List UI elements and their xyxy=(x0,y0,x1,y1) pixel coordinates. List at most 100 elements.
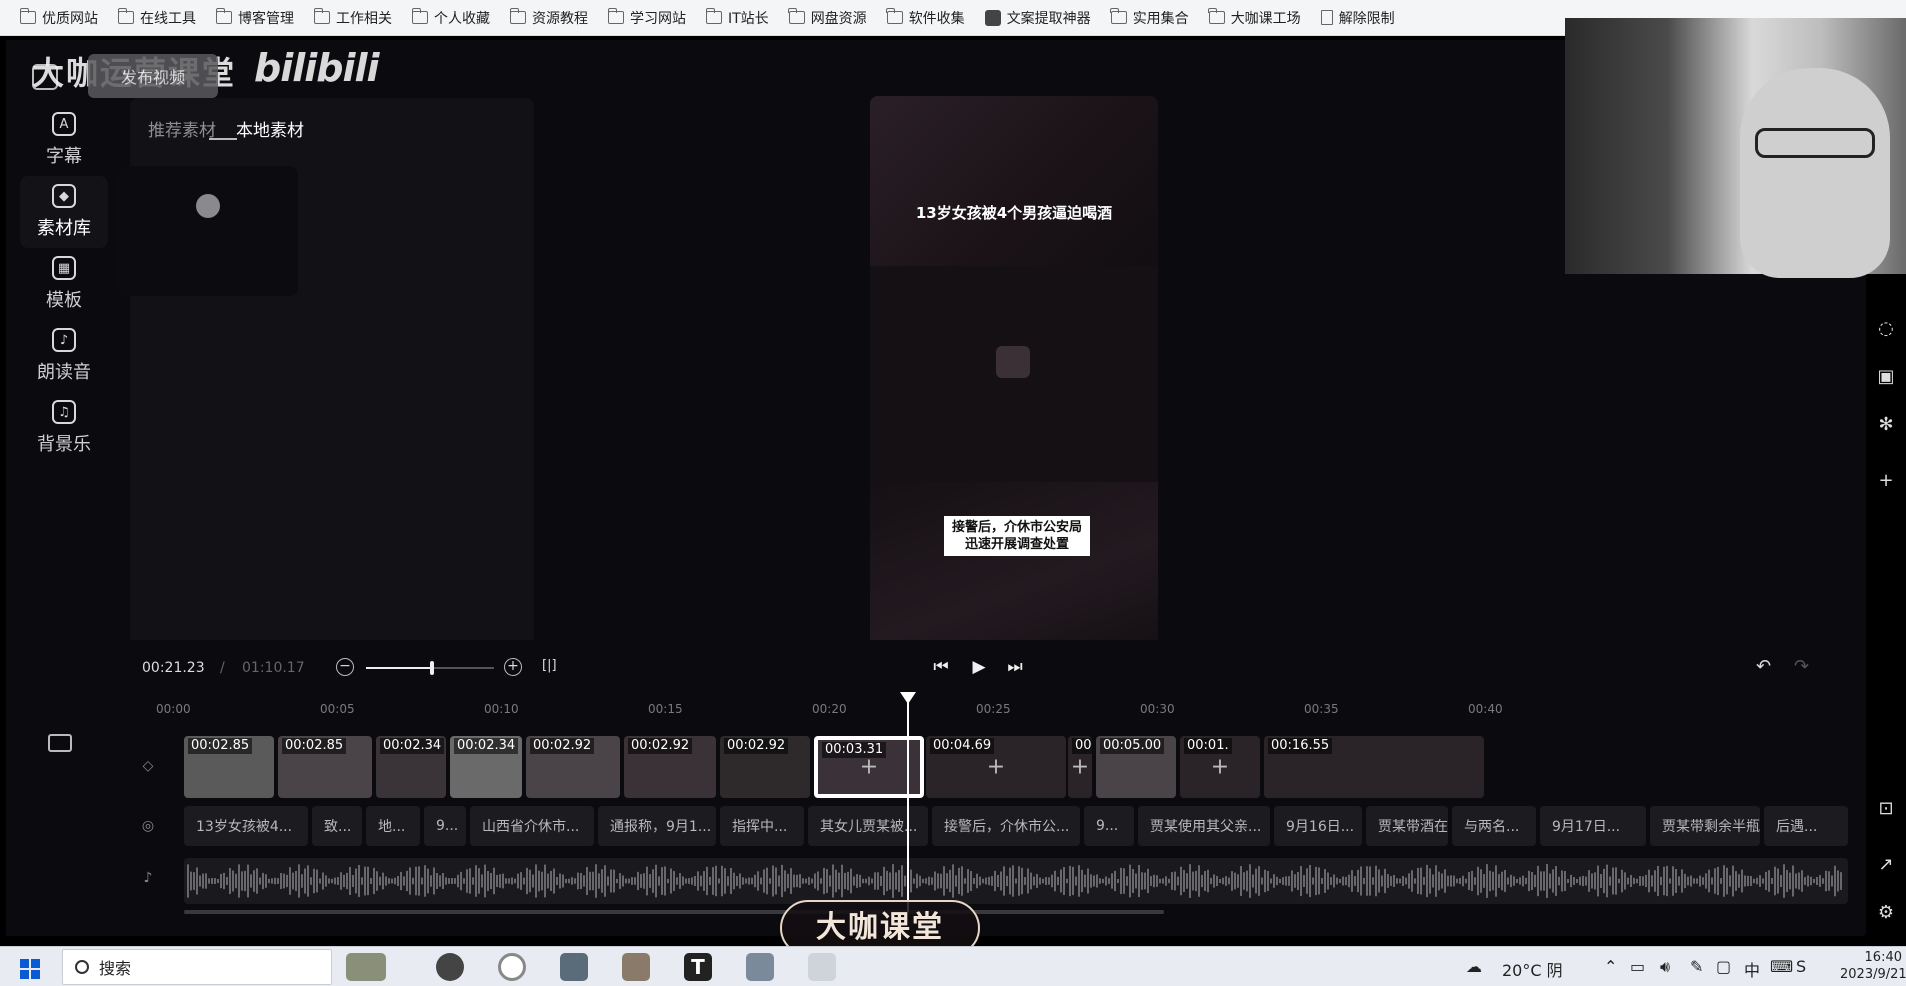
redo-icon[interactable]: ↷ xyxy=(1794,656,1814,678)
video-clip[interactable]: 00:02.92 xyxy=(624,736,716,798)
subtitle-segment[interactable]: 13岁女孩被4... xyxy=(184,806,308,846)
system-clock[interactable]: 16:40 2023/9/21 xyxy=(1840,949,1906,983)
bookmark-item[interactable]: 学习网站 xyxy=(598,4,696,32)
chrome-icon[interactable] xyxy=(498,953,526,981)
add-clip-icon[interactable]: + xyxy=(987,755,1005,780)
bookmark-item[interactable]: 资源教程 xyxy=(500,4,598,32)
add-clip-icon[interactable]: + xyxy=(1211,755,1229,780)
video-clip[interactable]: 00:+ xyxy=(1068,736,1092,798)
weather-text[interactable]: 20°C 阴 xyxy=(1502,957,1563,981)
bookmark-item[interactable]: 大咖课工场 xyxy=(1199,4,1311,32)
zoom-in-icon[interactable]: + xyxy=(504,658,522,676)
video-preview[interactable]: 13岁女孩被4个男孩逼迫喝酒 接警后，介休市公安局 迅速开展调查处置 xyxy=(870,96,1158,648)
screenshot-icon[interactable]: ⊡ xyxy=(1874,796,1898,820)
bookmark-item[interactable]: 优质网站 xyxy=(10,4,108,32)
subtitle-segment[interactable]: 致... xyxy=(312,806,362,846)
keyboard-icon[interactable]: ⌨ xyxy=(1770,957,1793,976)
video-clip[interactable]: 00:16.55 xyxy=(1264,736,1484,798)
browser-beta-icon[interactable] xyxy=(436,953,464,981)
bookmark-item[interactable]: 博客管理 xyxy=(206,4,304,32)
subtitle-track[interactable]: 13岁女孩被4... 致... 地... 9... 山西省介休市... 通报称，9月1..… xyxy=(184,806,1848,846)
upload-area[interactable] xyxy=(118,166,298,296)
network-icon[interactable]: ▭ xyxy=(1630,957,1645,976)
tab-local[interactable]: 本地素材 xyxy=(236,116,304,141)
zoom-slider-handle[interactable] xyxy=(430,661,434,675)
taskbar-thumbnail-icon[interactable] xyxy=(346,953,386,981)
video-clip[interactable]: 00:02.34 xyxy=(450,736,522,798)
subtitle-segment[interactable]: 通报称，9月1... xyxy=(598,806,716,846)
shortcut-icon[interactable] xyxy=(48,734,72,752)
video-clip[interactable]: 00:02.85 xyxy=(184,736,274,798)
subtitle-segment[interactable]: 指挥中... xyxy=(720,806,804,846)
video-clip[interactable]: 00:02.92 xyxy=(720,736,810,798)
publish-button[interactable]: 发布视频 xyxy=(88,54,218,98)
subtitle-segment[interactable]: 贾某带剩余半瓶酒... xyxy=(1650,806,1760,846)
play-icon[interactable]: ▶ xyxy=(968,656,990,678)
sidebar-item[interactable]: A 字幕 xyxy=(20,104,108,176)
refresh-icon[interactable]: ◌ xyxy=(1874,316,1898,340)
subtitle-segment[interactable]: 贾某使用其父亲... xyxy=(1138,806,1270,846)
bookmark-item[interactable]: 个人收藏 xyxy=(402,4,500,32)
tray-chevron-icon[interactable]: ⌃ xyxy=(1604,957,1617,976)
subtitle-segment[interactable]: 贾某带酒在... xyxy=(1366,806,1448,846)
bookmark-item[interactable]: 网盘资源 xyxy=(779,4,877,32)
bookmark-item[interactable]: IT站长 xyxy=(696,4,779,32)
weather-icon[interactable]: ☁ xyxy=(1466,957,1482,976)
bookmark-item[interactable]: 文案提取神器 xyxy=(975,4,1101,32)
bookmark-item[interactable]: 工作相关 xyxy=(304,4,402,32)
subtitle-segment[interactable]: 接警后，介休市公... xyxy=(932,806,1080,846)
windows-start-icon[interactable] xyxy=(20,959,40,979)
subtitle-segment[interactable]: 9月16日... xyxy=(1274,806,1362,846)
subtitle-segment[interactable]: 9... xyxy=(424,806,466,846)
bookmark-item[interactable]: 在线工具 xyxy=(108,4,206,32)
bookmark-item[interactable]: 解除限制 xyxy=(1311,4,1405,32)
pen-icon[interactable]: ✎ xyxy=(1690,957,1703,976)
subtitle-segment[interactable]: 与两名... xyxy=(1452,806,1536,846)
video-track[interactable]: 00:02.85 00:02.85 00:02.34 00:02.34 00:02.92… xyxy=(184,736,1848,798)
subtitle-segment[interactable]: 9... xyxy=(1084,806,1134,846)
gear-icon[interactable]: ✻ xyxy=(1874,412,1898,436)
editor-icon[interactable] xyxy=(622,953,650,981)
fit-timeline-icon[interactable]: [|] xyxy=(542,658,560,676)
external-link-icon[interactable]: ↗ xyxy=(1874,852,1898,876)
file-explorer-icon[interactable] xyxy=(746,953,774,981)
video-clip[interactable]: 00:01. + xyxy=(1180,736,1260,798)
notes-icon[interactable] xyxy=(560,953,588,981)
subtitle-segment[interactable]: 其女儿贾某被... xyxy=(808,806,928,846)
display-icon[interactable]: ▢ xyxy=(1716,957,1731,976)
game-icon[interactable]: ▣ xyxy=(1874,364,1898,388)
sidebar-item[interactable]: ♪ 朗读音 xyxy=(20,320,108,392)
audio-waveform[interactable] xyxy=(184,858,1848,904)
subtitle-segment[interactable]: 地... xyxy=(366,806,420,846)
subtitle-segment[interactable]: 后遇... xyxy=(1764,806,1848,846)
bookmark-item[interactable]: 软件收集 xyxy=(877,4,975,32)
security-icon[interactable]: S xyxy=(1796,957,1806,976)
tab-recommended[interactable]: 推荐素材 xyxy=(148,116,216,141)
timeline-scrollbar[interactable] xyxy=(184,910,1164,914)
ime-indicator[interactable]: 中 xyxy=(1744,957,1760,981)
subtitle-segment[interactable]: 9月17日... xyxy=(1540,806,1646,846)
add-clip-icon[interactable]: + xyxy=(860,755,878,780)
video-clip[interactable]: 00:02.34 xyxy=(376,736,446,798)
sidebar-item[interactable]: ▦ 模板 xyxy=(20,248,108,320)
video-clip[interactable]: 00:04.69 + xyxy=(926,736,1066,798)
zoom-out-icon[interactable]: − xyxy=(336,658,354,676)
video-clip[interactable]: 00:02.85 xyxy=(278,736,372,798)
time-ruler[interactable]: 00:00 00:05 00:10 00:15 00:20 00:25 00:30 00:35… xyxy=(156,700,1846,718)
add-clip-icon[interactable]: + xyxy=(1071,755,1089,780)
volume-icon[interactable]: 🔊︎ xyxy=(1660,957,1670,977)
bookmark-item[interactable]: 实用集合 xyxy=(1101,4,1199,32)
prev-frame-icon[interactable]: ⏮ xyxy=(930,656,952,678)
sidebar-item[interactable]: ♫ 背景乐 xyxy=(20,392,108,464)
settings-icon[interactable]: ⚙ xyxy=(1874,900,1898,924)
undo-icon[interactable]: ↶ xyxy=(1756,656,1776,678)
playhead[interactable] xyxy=(907,692,909,912)
typora-icon[interactable]: T xyxy=(684,953,712,981)
add-icon[interactable]: + xyxy=(1874,468,1898,492)
subtitle-segment[interactable]: 山西省介休市... xyxy=(470,806,594,846)
next-frame-icon[interactable]: ⏭ xyxy=(1004,656,1026,678)
app-icon[interactable] xyxy=(808,953,836,981)
video-clip[interactable]: 00:05.00 xyxy=(1096,736,1176,798)
video-clip[interactable]: 00:02.92 xyxy=(526,736,620,798)
sidebar-item[interactable]: ◆ 素材库 xyxy=(20,176,108,248)
